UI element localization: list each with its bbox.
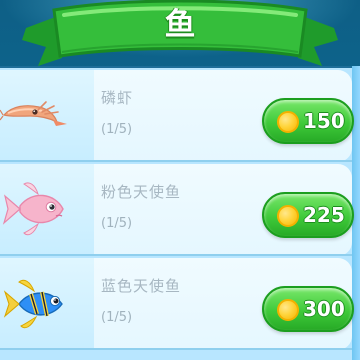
row-divider — [0, 348, 352, 350]
buy-button-krill[interactable]: 150 — [262, 98, 354, 144]
blue-angelfish-icon — [3, 279, 63, 329]
row-divider — [0, 160, 352, 162]
item-name: 磷虾 — [101, 89, 134, 107]
item-name: 粉色天使鱼 — [101, 183, 182, 201]
shop-item-row-blue-angelfish: 蓝色天使鱼 (1/5) 300 — [0, 258, 354, 350]
owned-count: (1/5) — [101, 310, 133, 325]
shop-item-row-krill: 磷虾 (1/5) 150 — [0, 70, 354, 162]
row-divider — [0, 254, 352, 256]
pink-angelfish-icon — [2, 182, 64, 236]
krill-shrimp-icon — [0, 101, 67, 126]
coin-icon — [277, 205, 299, 227]
owned-count: (1/5) — [101, 216, 133, 231]
owned-count: (1/5) — [101, 122, 133, 137]
buy-button-blue-angelfish[interactable]: 300 — [262, 286, 354, 332]
buy-button-pink-angelfish[interactable]: 225 — [262, 192, 354, 238]
fish-shop-screen: 磷虾 (1/5) 150 粉色天使鱼 (1/5) 225 蓝色天使鱼 (1/5)… — [0, 0, 360, 360]
price-label: 150 — [303, 109, 345, 133]
price-label: 300 — [303, 297, 345, 321]
coin-icon — [277, 111, 299, 133]
shop-title: 鱼 — [164, 7, 196, 43]
coin-icon — [277, 299, 299, 321]
price-label: 225 — [303, 203, 345, 227]
shop-item-row-pink-angelfish: 粉色天使鱼 (1/5) 225 — [0, 164, 354, 256]
item-name: 蓝色天使鱼 — [101, 277, 182, 295]
